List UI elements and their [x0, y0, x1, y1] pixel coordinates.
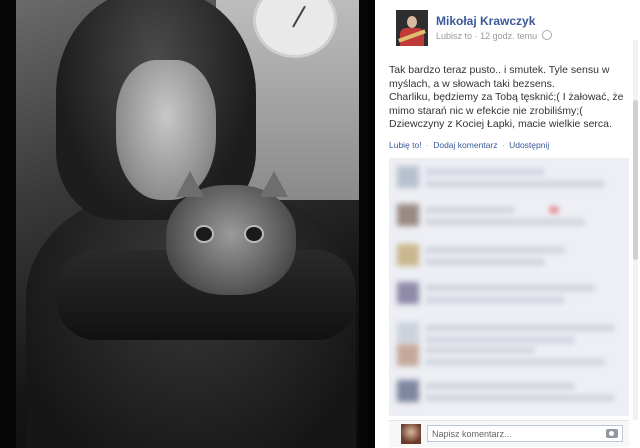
avatar	[397, 322, 419, 344]
avatar	[397, 344, 419, 366]
post-text: Tak bardzo teraz pusto.. i smutek. Tyle …	[389, 64, 629, 132]
post-photo[interactable]	[16, 0, 359, 448]
comments-list-blurred	[389, 158, 629, 416]
author-avatar[interactable]	[396, 10, 428, 46]
camera-icon[interactable]	[606, 429, 618, 438]
photo-viewer	[0, 0, 375, 448]
post-header: Mikołaj Krawczyk Lubisz to · 12 godz. te…	[375, 0, 640, 50]
like-button[interactable]: Lubię to!	[389, 140, 422, 150]
avatar	[397, 380, 419, 402]
share-button[interactable]: Udostępnij	[509, 140, 549, 150]
post-actions: Lubię to! · Dodaj komentarz · Udostępnij	[389, 140, 549, 150]
comment-composer: Napisz komentarz...	[389, 420, 629, 447]
like-page-link[interactable]: Lubisz to	[436, 31, 472, 41]
scrollbar-thumb[interactable]	[633, 100, 638, 260]
post-text-line-2: Charliku, będziemy za Tobą tęsknić;( I ż…	[389, 91, 624, 130]
viewer-avatar	[401, 424, 421, 444]
post-text-line-1: Tak bardzo teraz pusto.. i smutek. Tyle …	[389, 64, 610, 90]
comment-input[interactable]: Napisz komentarz...	[427, 425, 623, 442]
photo-cat	[166, 171, 296, 295]
post-meta: Lubisz to · 12 godz. temu	[436, 30, 552, 41]
avatar	[397, 244, 419, 266]
meta-separator: ·	[474, 31, 478, 41]
avatar	[397, 166, 419, 188]
post-timestamp[interactable]: 12 godz. temu	[480, 31, 537, 41]
comment-placeholder: Napisz komentarz...	[432, 429, 512, 439]
author-name[interactable]: Mikołaj Krawczyk	[436, 14, 535, 28]
action-separator: ·	[426, 140, 429, 150]
post-sidebar: Mikołaj Krawczyk Lubisz to · 12 godz. te…	[375, 0, 640, 448]
avatar	[397, 204, 419, 226]
action-separator: ·	[501, 140, 505, 150]
sidebar-scrollbar[interactable]	[633, 40, 638, 420]
avatar	[397, 282, 419, 304]
add-comment-button[interactable]: Dodaj komentarz	[433, 140, 497, 150]
globe-icon	[541, 30, 552, 40]
